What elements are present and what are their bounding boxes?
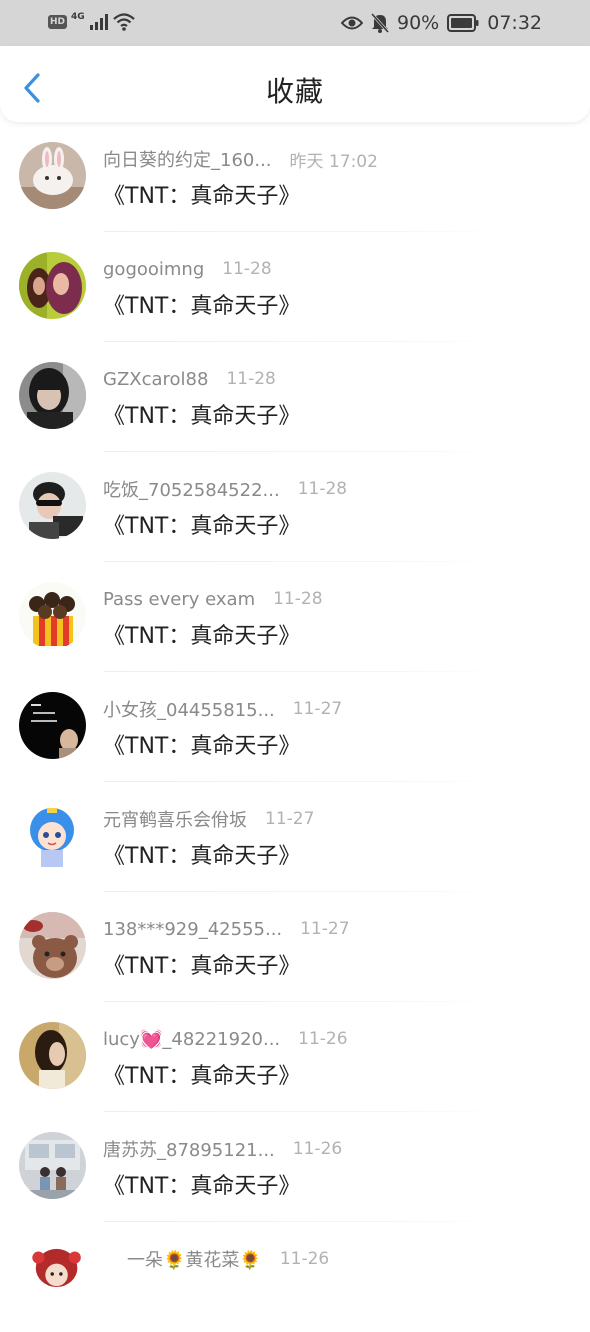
avatar[interactable]: [19, 802, 86, 869]
user-name: 吃饭_7052584522...: [103, 480, 280, 501]
status-left: HD 4G: [48, 11, 135, 33]
avatar[interactable]: [28, 1242, 86, 1300]
timestamp: 11-26: [292, 1139, 343, 1159]
battery-percent: 90%: [397, 12, 440, 34]
avatar[interactable]: [19, 912, 86, 979]
timestamp: 11-26: [298, 1029, 348, 1049]
avatar[interactable]: [19, 142, 86, 209]
item-title: 《TNT：真命天子》: [103, 514, 301, 539]
timestamp: 11-28: [297, 479, 348, 499]
timestamp: 11-27: [265, 809, 315, 829]
timestamp: 11-28: [222, 259, 272, 279]
user-name: 一朵🌻黄花菜🌻: [127, 1250, 262, 1271]
list-item[interactable]: Pass every exam 11-28 《TNT：真命天子》: [0, 562, 590, 672]
item-title: 《TNT：真命天子》: [103, 1064, 301, 1089]
user-name: lucy💓_48221920...: [103, 1028, 281, 1050]
user-name: gogooimng: [103, 258, 205, 280]
header-bar: 收藏: [0, 46, 590, 122]
eye-icon: [341, 16, 363, 30]
user-name: 小女孩_04455815...: [103, 700, 275, 721]
list-item[interactable]: lucy💓_48221920... 11-26 《TNT：真命天子》: [0, 1002, 590, 1112]
avatar[interactable]: [19, 692, 86, 759]
timestamp: 11-28: [226, 369, 276, 389]
favorites-list: 向日葵的约定_160... 昨天 17:02 《TNT：真命天子》 gogooim…: [0, 122, 590, 1332]
user-name: 元宵鹌喜乐会佾坂: [103, 810, 247, 831]
timestamp: 11-28: [273, 589, 323, 609]
avatar[interactable]: [19, 472, 86, 539]
avatar[interactable]: [19, 582, 86, 649]
mute-bell-icon: [371, 13, 389, 33]
avatar[interactable]: [19, 252, 86, 319]
hd-icon: HD: [48, 15, 68, 29]
list-item[interactable]: gogooimng 11-28 《TNT：真命天子》: [0, 232, 590, 342]
list-item[interactable]: 向日葵的约定_160... 昨天 17:02 《TNT：真命天子》: [0, 122, 590, 232]
list-item[interactable]: 吃饭_7052584522... 11-28 《TNT：真命天子》: [0, 452, 590, 562]
page-title: 收藏: [265, 75, 324, 108]
list-item[interactable]: 138***929_42555... 11-27 《TNT：真命天子》: [0, 892, 590, 1002]
user-name: Pass every exam: [103, 588, 256, 610]
status-right: 90% 07:32: [341, 11, 542, 35]
list-item[interactable]: 元宵鹌喜乐会佾坂 11-27 《TNT：真命天子》: [0, 782, 590, 892]
item-title: 《TNT：真命天子》: [103, 624, 301, 649]
item-title: 《TNT：真命天子》: [103, 1174, 301, 1199]
timestamp: 11-26: [279, 1249, 330, 1269]
item-title: 《TNT：真命天子》: [103, 294, 301, 319]
user-name: 向日葵的约定_160...: [103, 150, 272, 171]
list-item[interactable]: 小女孩_04455815... 11-27 《TNT：真命天子》: [0, 672, 590, 782]
timestamp: 11-27: [292, 699, 343, 719]
avatar[interactable]: [19, 1132, 86, 1199]
clock: 07:32: [487, 12, 542, 34]
item-title: 《TNT：真命天子》: [103, 844, 301, 869]
item-title: 《TNT：真命天子》: [103, 184, 301, 209]
list-item[interactable]: 一朵🌻黄花菜🌻 11-26: [0, 1222, 590, 1332]
network-type: 4G: [71, 12, 85, 22]
status-bar: HD 4G 90% 07:32: [0, 0, 590, 46]
user-name: GZXcarol88: [103, 368, 209, 390]
list-item[interactable]: 唐苏苏_87895121... 11-26 《TNT：真命天子》: [0, 1112, 590, 1222]
timestamp: 11-27: [300, 919, 350, 939]
battery-icon: [447, 14, 479, 32]
list-item[interactable]: GZXcarol88 11-28 《TNT：真命天子》: [0, 342, 590, 452]
item-title: 《TNT：真命天子》: [103, 954, 301, 979]
avatar[interactable]: [19, 362, 86, 429]
item-title: 《TNT：真命天子》: [103, 404, 301, 429]
item-title: 《TNT：真命天子》: [103, 734, 301, 759]
signal-icon: [89, 14, 108, 30]
wifi-icon: [112, 13, 135, 31]
user-name: 138***929_42555...: [103, 918, 283, 940]
avatar[interactable]: [19, 1022, 86, 1089]
user-name: 唐苏苏_87895121...: [103, 1140, 275, 1161]
timestamp: 昨天 17:02: [289, 151, 378, 172]
